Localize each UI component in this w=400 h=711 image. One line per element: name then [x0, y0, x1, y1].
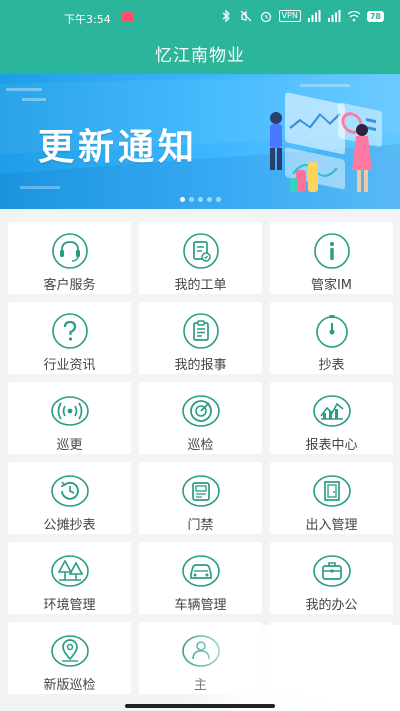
vpn-indicator: VPN — [278, 10, 301, 22]
tile-label: 门禁 — [187, 518, 214, 533]
tile-label: 新版巡检 — [43, 678, 96, 693]
tile-label: 巡检 — [187, 438, 214, 453]
tile-my-work-orders[interactable]: 我的工单 — [139, 222, 262, 294]
briefcase-icon — [312, 555, 351, 587]
update-banner[interactable]: 更新通知 — [0, 74, 400, 209]
carousel-dots — [0, 197, 400, 202]
battery-indicator: 78 — [366, 10, 384, 22]
app-title: 忆江南物业 — [155, 46, 245, 66]
door-icon — [312, 475, 351, 507]
car-icon — [181, 555, 220, 587]
function-grid: 客户服务 我的工单 管家IM 行业资讯 我的报事 抄表 巡更 巡检 报表中心 公… — [8, 222, 393, 694]
home-indicator[interactable] — [125, 704, 275, 708]
tile-label: 管家IM — [310, 278, 353, 293]
tile-new-inspection[interactable]: 新版巡检 — [8, 622, 131, 694]
tile-label: 环境管理 — [43, 598, 96, 613]
tile-industry-news[interactable]: 行业资讯 — [8, 302, 131, 374]
question-icon — [51, 313, 88, 349]
tile-label: 报表中心 — [305, 438, 358, 453]
bluetooth-icon — [222, 9, 230, 23]
tile-label: 巡更 — [56, 438, 83, 453]
tile-label: 抄表 — [318, 358, 345, 373]
location-icon — [50, 635, 89, 667]
chart-icon — [312, 395, 351, 427]
meter-icon — [315, 315, 348, 348]
tile-customer-service[interactable]: 客户服务 — [8, 222, 131, 294]
mute-icon — [240, 10, 252, 22]
tile-label: 我的办公 — [305, 598, 358, 613]
signal-icon — [50, 396, 89, 426]
tile-label: 我的报事 — [174, 358, 227, 373]
work-order-icon — [182, 233, 219, 269]
loading-overlay — [180, 625, 400, 711]
tile-vehicle-management[interactable]: 车辆管理 — [139, 542, 262, 614]
alarm-icon — [260, 11, 271, 23]
report-icon — [182, 313, 219, 349]
access-card-icon — [181, 475, 220, 507]
carousel-dot[interactable] — [206, 197, 212, 202]
tile-entry-exit-management[interactable]: 出入管理 — [270, 462, 393, 534]
info-icon — [313, 233, 350, 269]
tile-label: 出入管理 — [305, 518, 358, 533]
status-time: 下午3:54 — [64, 13, 111, 26]
tile-access-control[interactable]: 门禁 — [139, 462, 262, 534]
tile-label: 行业资讯 — [43, 358, 96, 373]
banner-title: 更新通知 — [38, 127, 199, 168]
status-icons: VPN 78 — [219, 9, 384, 23]
wifi-icon — [347, 10, 361, 22]
tile-report-center[interactable]: 报表中心 — [270, 382, 393, 454]
carousel-dot[interactable] — [179, 197, 185, 202]
carousel-dot[interactable] — [188, 197, 194, 202]
tile-environment-management[interactable]: 环境管理 — [8, 542, 131, 614]
tile-label: 车辆管理 — [174, 598, 227, 613]
headset-icon — [51, 233, 88, 269]
carousel-dot[interactable] — [197, 197, 203, 202]
app-header: 下午3:54 VPN 78 忆江南物业 — [0, 0, 400, 74]
tile-shared-meter-reading[interactable]: 公摊抄表 — [8, 462, 131, 534]
radar-icon — [181, 395, 220, 427]
tile-meter-reading[interactable]: 抄表 — [270, 302, 393, 374]
status-bar: 下午3:54 VPN 78 — [0, 0, 400, 34]
signal-bars-2-icon — [327, 10, 341, 22]
message-notification-icon — [122, 12, 134, 22]
tile-label: 我的工单 — [174, 278, 227, 293]
tile-patrol[interactable]: 巡更 — [8, 382, 131, 454]
signal-bars-icon — [307, 10, 321, 22]
tile-my-reports[interactable]: 我的报事 — [139, 302, 262, 374]
tile-label: 公摊抄表 — [43, 518, 96, 533]
carousel-dot[interactable] — [215, 197, 221, 202]
tile-steward-im[interactable]: 管家IM — [270, 222, 393, 294]
tile-inspection[interactable]: 巡检 — [139, 382, 262, 454]
tile-my-office[interactable]: 我的办公 — [270, 542, 393, 614]
trees-icon — [50, 555, 89, 587]
history-icon — [50, 475, 89, 507]
tile-label: 客户服务 — [43, 278, 96, 293]
